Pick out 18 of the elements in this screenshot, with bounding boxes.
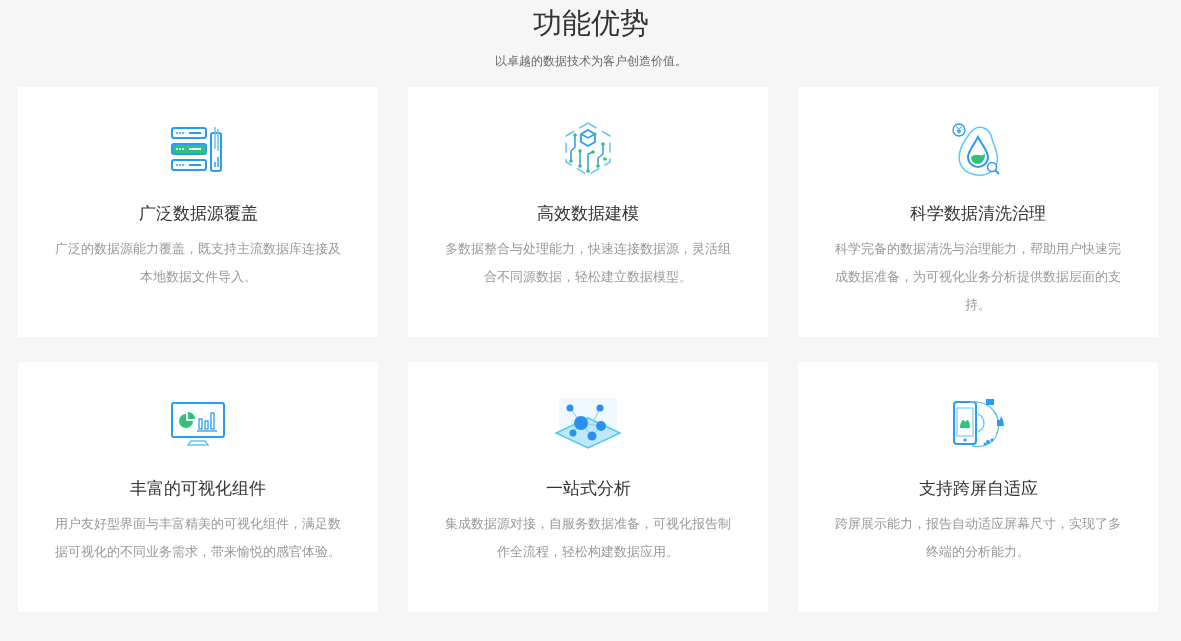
feature-title: 支持跨屏自适应	[918, 477, 1038, 500]
feature-title: 广泛数据源覆盖	[138, 202, 258, 225]
molecule-network-icon	[553, 396, 623, 452]
feature-description: 科学完备的数据清洗与治理能力，帮助用户快速完成数据准备，为可视化业务分析提供数据层面的支持。	[834, 240, 1122, 314]
feature-title: 高效数据建模	[537, 202, 639, 225]
feature-description: 广泛的数据源能力覆盖，既支持主流数据库连接及本地数据文件导入。	[54, 240, 342, 286]
feature-description: 多数据整合与处理能力，快速连接数据源，灵活组合不同源数据，轻松建立数据模型。	[444, 240, 732, 286]
feature-description: 跨屏展示能力，报告自动适应屏幕尺寸，实现了多终端的分析能力。	[834, 515, 1122, 561]
monitor-chart-icon	[170, 401, 226, 447]
section-title: 功能优势	[532, 5, 649, 42]
feature-title: 科学数据清洗治理	[910, 202, 1046, 225]
feature-title: 丰富的可视化组件	[130, 477, 266, 500]
feature-description: 用户友好型界面与丰富精美的可视化组件，满足数据可视化的不同业务需求，带来愉悦的感官体验。	[54, 515, 342, 561]
circuit-cube-icon	[563, 121, 613, 177]
section-subtitle: 以卓越的数据技术为客户创造价值。	[494, 53, 687, 70]
feature-title: 一站式分析	[545, 477, 631, 500]
feature-description: 集成数据源对接，自服务数据准备，可视化报告制作全流程，轻松构建数据应用。	[444, 515, 732, 561]
smartphone-icon	[950, 398, 1006, 450]
